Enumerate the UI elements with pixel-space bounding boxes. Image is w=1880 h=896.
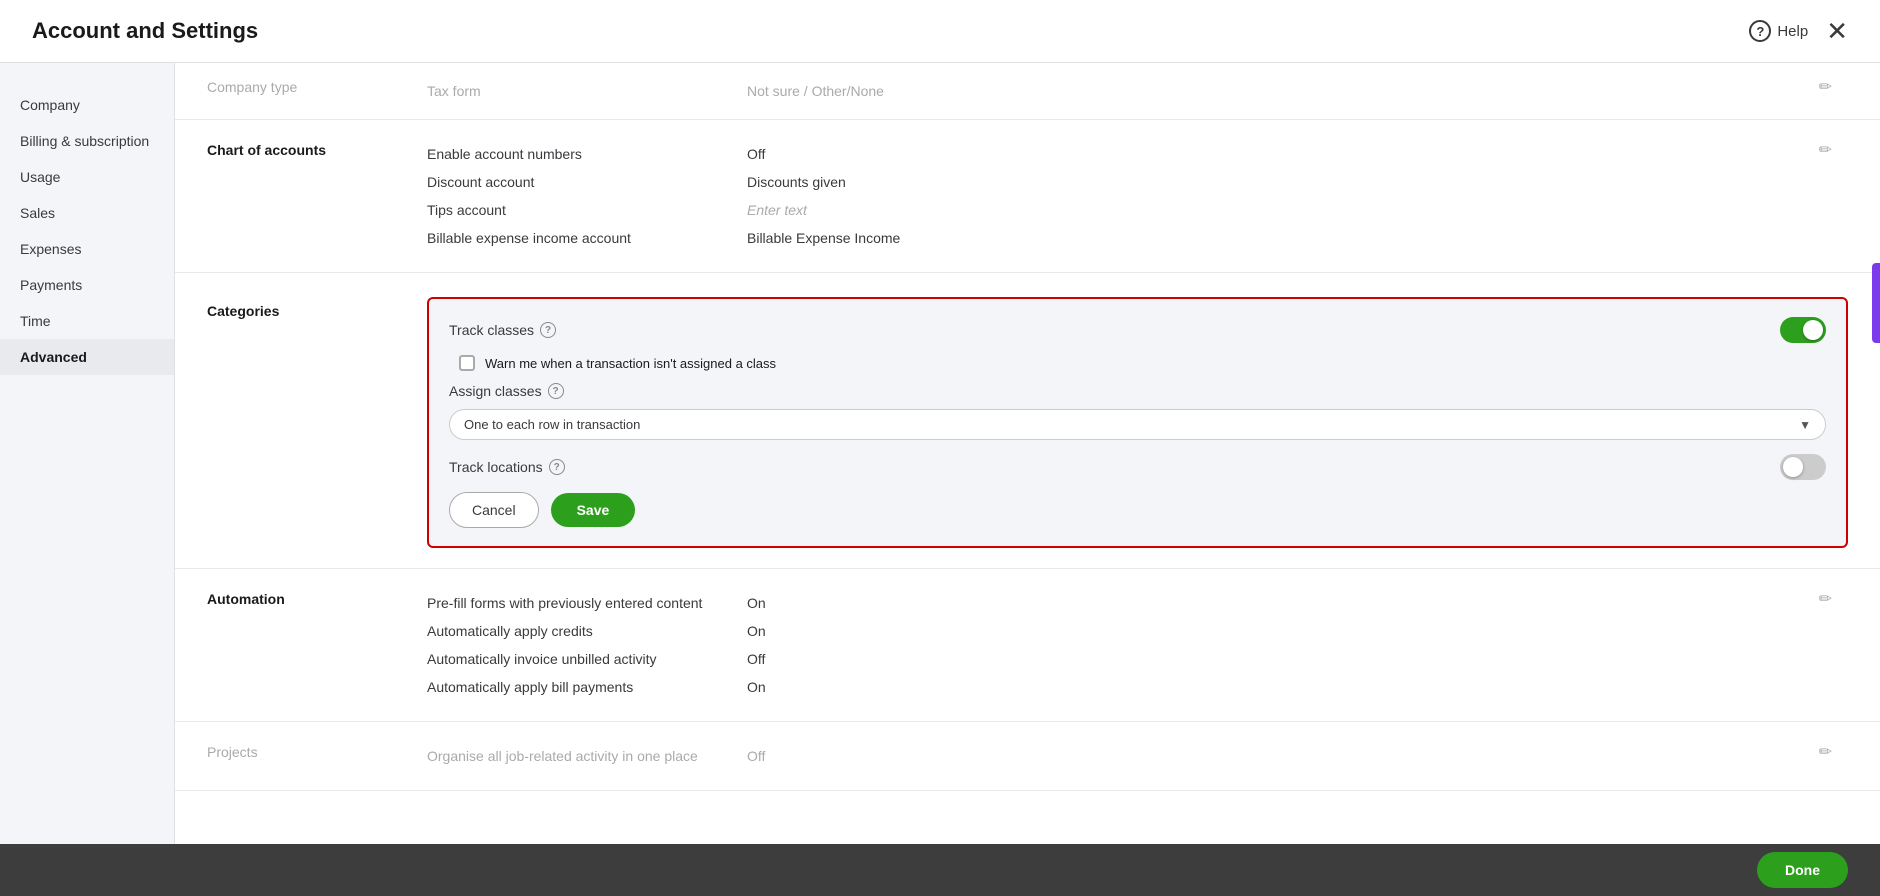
track-locations-toggle[interactable] <box>1780 454 1826 480</box>
company-type-section: Company type Tax form Not sure / Other/N… <box>175 63 1880 120</box>
auto-invoice-unbilled-value: Off <box>747 651 765 667</box>
automation-label: Automation <box>207 589 427 701</box>
track-classes-row: Track classes ? <box>449 317 1826 343</box>
categories-section: Categories Track classes ? Warn me when … <box>175 273 1880 569</box>
discount-account-row: Discount account Discounts given <box>427 168 1803 196</box>
projects-section: Projects Organise all job-related activi… <box>175 722 1880 791</box>
tips-account-row: Tips account Enter text <box>427 196 1803 224</box>
chart-of-accounts-content: Enable account numbers Off Discount acco… <box>427 140 1803 252</box>
sidebar-item-company[interactable]: Company <box>0 87 174 123</box>
projects-organise-value: Off <box>747 748 765 764</box>
chart-edit-pencil-icon: ✏ <box>1819 142 1832 159</box>
projects-edit[interactable]: ✏ <box>1803 742 1848 770</box>
assign-classes-label: Assign classes ? <box>449 383 564 399</box>
track-classes-help-icon[interactable]: ? <box>540 322 556 338</box>
track-locations-row: Track locations ? <box>449 454 1826 480</box>
header-right: ? Help ✕ <box>1749 18 1848 44</box>
discount-account-value: Discounts given <box>747 174 846 190</box>
bottom-bar: Done <box>0 844 1880 896</box>
enable-account-numbers-row: Enable account numbers Off <box>427 140 1803 168</box>
done-button[interactable]: Done <box>1757 852 1848 888</box>
company-type-edit[interactable]: ✏ <box>1803 77 1848 105</box>
company-type-label: Company type <box>207 77 427 105</box>
categories-edit-box: Track classes ? Warn me when a transacti… <box>427 297 1848 548</box>
track-classes-toggle-slider <box>1780 317 1826 343</box>
page-header: Account and Settings ? Help ✕ <box>0 0 1880 63</box>
right-accent-bar <box>1872 263 1880 343</box>
prefill-forms-row: Pre-fill forms with previously entered c… <box>427 589 1803 617</box>
sidebar-item-sales[interactable]: Sales <box>0 195 174 231</box>
sidebar-item-payments[interactable]: Payments <box>0 267 174 303</box>
sidebar-item-time[interactable]: Time <box>0 303 174 339</box>
sidebar-item-billing[interactable]: Billing & subscription <box>0 123 174 159</box>
chart-of-accounts-edit[interactable]: ✏ <box>1803 140 1848 252</box>
tips-account-label: Tips account <box>427 202 747 218</box>
assign-classes-help-icon[interactable]: ? <box>548 383 564 399</box>
main-content: Company type Tax form Not sure / Other/N… <box>175 63 1880 894</box>
projects-label: Projects <box>207 742 427 770</box>
billable-expense-row: Billable expense income account Billable… <box>427 224 1803 252</box>
categories-label: Categories <box>207 293 427 319</box>
prefill-forms-value: On <box>747 595 766 611</box>
save-button[interactable]: Save <box>551 493 636 527</box>
help-button[interactable]: ? Help <box>1749 20 1808 42</box>
prefill-forms-label: Pre-fill forms with previously entered c… <box>427 595 747 611</box>
warn-checkbox[interactable] <box>459 355 475 371</box>
auto-invoice-unbilled-row: Automatically invoice unbilled activity … <box>427 645 1803 673</box>
chart-of-accounts-label: Chart of accounts <box>207 140 427 252</box>
auto-bill-payments-label: Automatically apply bill payments <box>427 679 747 695</box>
warn-checkbox-row: Warn me when a transaction isn't assigne… <box>449 355 1826 371</box>
projects-content: Organise all job-related activity in one… <box>427 742 1803 770</box>
projects-edit-pencil-icon: ✏ <box>1819 744 1832 761</box>
track-locations-toggle-slider <box>1780 454 1826 480</box>
auto-bill-payments-value: On <box>747 679 766 695</box>
sidebar: Company Billing & subscription Usage Sal… <box>0 63 175 894</box>
tax-form-label: Tax form <box>427 83 747 99</box>
automation-section: Automation Pre-fill forms with previousl… <box>175 569 1880 722</box>
automation-content: Pre-fill forms with previously entered c… <box>427 589 1803 701</box>
projects-organise-row: Organise all job-related activity in one… <box>427 742 1803 770</box>
main-layout: Company Billing & subscription Usage Sal… <box>0 63 1880 894</box>
edit-pencil-icon: ✏ <box>1819 79 1832 96</box>
auto-apply-credits-row: Automatically apply credits On <box>427 617 1803 645</box>
close-button[interactable]: ✕ <box>1826 18 1848 44</box>
auto-invoice-unbilled-label: Automatically invoice unbilled activity <box>427 651 747 667</box>
billable-expense-label: Billable expense income account <box>427 230 747 246</box>
tips-account-value: Enter text <box>747 202 807 218</box>
dropdown-arrow-icon: ▼ <box>1799 418 1811 432</box>
chart-of-accounts-section: Chart of accounts Enable account numbers… <box>175 120 1880 273</box>
help-label: Help <box>1777 23 1808 40</box>
company-type-row: Tax form Not sure / Other/None <box>427 77 1803 105</box>
assign-classes-dropdown[interactable]: One to each row in transaction ▼ <box>449 409 1826 440</box>
enable-account-numbers-label: Enable account numbers <box>427 146 747 162</box>
automation-edit[interactable]: ✏ <box>1803 589 1848 701</box>
track-classes-label: Track classes ? <box>449 322 1780 338</box>
company-type-content: Tax form Not sure / Other/None <box>427 77 1803 105</box>
sidebar-item-usage[interactable]: Usage <box>0 159 174 195</box>
auto-apply-credits-value: On <box>747 623 766 639</box>
sidebar-item-expenses[interactable]: Expenses <box>0 231 174 267</box>
track-classes-toggle[interactable] <box>1780 317 1826 343</box>
track-locations-label: Track locations ? <box>449 459 1780 475</box>
tax-form-value: Not sure / Other/None <box>747 83 884 99</box>
automation-edit-pencil-icon: ✏ <box>1819 591 1832 608</box>
billable-expense-value: Billable Expense Income <box>747 230 900 246</box>
projects-organise-label: Organise all job-related activity in one… <box>427 748 747 764</box>
auto-apply-credits-label: Automatically apply credits <box>427 623 747 639</box>
track-locations-help-icon[interactable]: ? <box>549 459 565 475</box>
assign-classes-row: Assign classes ? <box>449 383 1826 399</box>
sidebar-item-advanced[interactable]: Advanced <box>0 339 174 375</box>
warn-checkbox-label: Warn me when a transaction isn't assigne… <box>485 356 776 371</box>
discount-account-label: Discount account <box>427 174 747 190</box>
assign-dropdown-value: One to each row in transaction <box>464 417 640 432</box>
enable-account-numbers-value: Off <box>747 146 765 162</box>
cancel-button[interactable]: Cancel <box>449 492 539 528</box>
categories-action-buttons: Cancel Save <box>449 492 1826 528</box>
help-circle-icon: ? <box>1749 20 1771 42</box>
auto-bill-payments-row: Automatically apply bill payments On <box>427 673 1803 701</box>
page-title: Account and Settings <box>32 18 258 44</box>
